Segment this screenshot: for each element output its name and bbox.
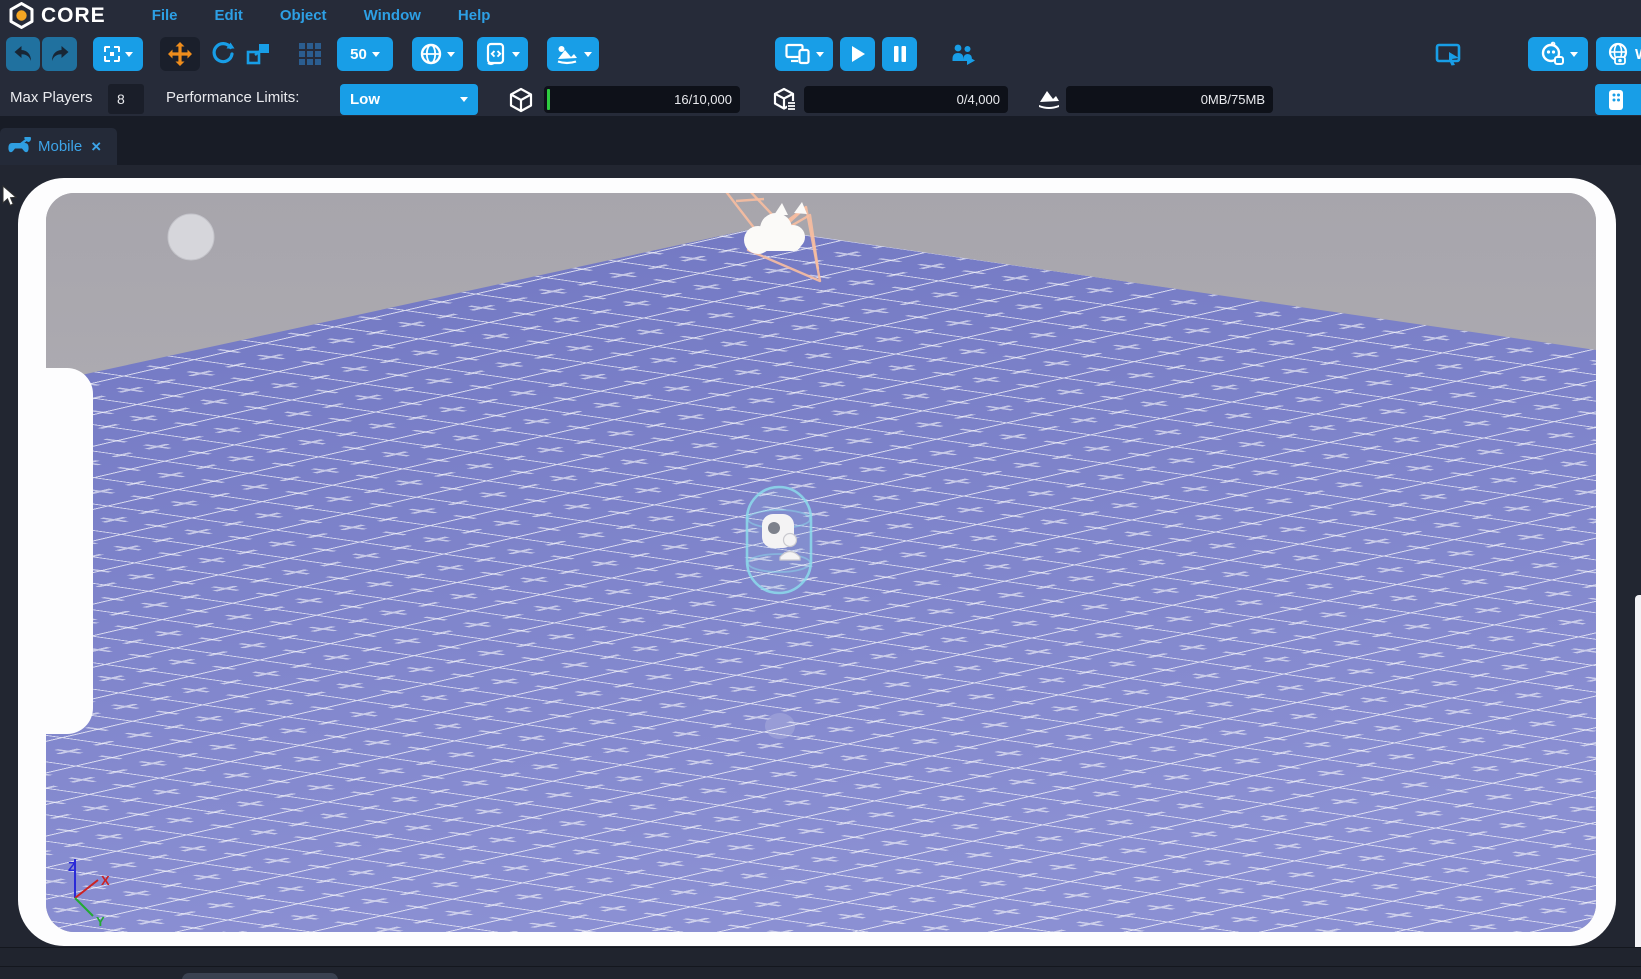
pause-icon	[892, 44, 908, 64]
3d-viewport[interactable]: Z X Y	[0, 165, 1641, 947]
player-spawn-capsule[interactable]	[747, 487, 811, 593]
scale-tool-button[interactable]	[243, 37, 275, 71]
terrain-icon	[555, 43, 579, 65]
publish-button[interactable]: W	[1596, 37, 1641, 71]
tab-close-icon[interactable]: ×	[91, 137, 101, 157]
mobile-screen-scene[interactable]: Z X Y	[46, 193, 1596, 932]
screen-share-icon	[1435, 42, 1463, 66]
ai-assistant-dropdown[interactable]	[1528, 37, 1588, 71]
play-button[interactable]	[840, 37, 875, 71]
menu-object[interactable]: Object	[280, 7, 327, 24]
networked-objects-icon	[772, 87, 798, 113]
scale-tool-icon	[246, 42, 272, 66]
axis-x-label: X	[101, 873, 110, 888]
device-preview-dropdown[interactable]	[775, 37, 833, 71]
max-players-value: 8	[117, 91, 125, 107]
tab-mobile[interactable]: Mobile ×	[0, 128, 117, 165]
grid-snap-button[interactable]	[295, 37, 325, 71]
world-space-dropdown[interactable]	[412, 37, 463, 71]
tab-mobile-label: Mobile	[38, 138, 82, 155]
select-tool-icon	[104, 46, 120, 62]
scene-render[interactable]: Z X Y	[46, 193, 1596, 932]
object-count-meter-fill	[547, 89, 550, 110]
object-count-cube-icon	[508, 87, 534, 113]
chevron-down-icon	[512, 52, 520, 57]
max-players-input[interactable]: 8	[108, 84, 144, 114]
multiplayer-preview-icon	[949, 42, 977, 66]
script-icon	[485, 42, 507, 66]
terrain-memory-icon	[1036, 87, 1062, 111]
chevron-down-icon	[460, 97, 468, 102]
performance-bar: Max Players 8 Performance Limits: Low 16…	[0, 82, 1641, 116]
object-count-meter: 16/10,000	[544, 86, 740, 113]
device-icon	[1605, 88, 1627, 112]
object-count-value: 16/10,000	[674, 92, 732, 107]
core-logo[interactable]: CORE	[8, 2, 106, 29]
right-docked-panel-edge	[1635, 595, 1641, 979]
chevron-down-icon	[816, 52, 824, 57]
terrain-memory-value: 0MB/75MB	[1201, 92, 1265, 107]
scene-gamepad-icon	[7, 137, 31, 157]
main-toolbar: 50	[0, 31, 1641, 77]
mouse-cursor	[2, 185, 18, 209]
logo-text: CORE	[41, 4, 106, 28]
axis-z-label: Z	[68, 859, 76, 874]
ai-bot-icon	[1539, 41, 1565, 67]
publish-button-label: W	[1635, 46, 1641, 63]
networked-objects-meter: 0/4,000	[804, 86, 1008, 113]
max-players-label: Max Players	[10, 89, 93, 106]
performance-limits-value: Low	[350, 91, 380, 108]
terrain-memory-meter: 0MB/75MB	[1066, 86, 1273, 113]
device-notch	[46, 368, 93, 734]
undo-icon	[12, 44, 34, 64]
chevron-down-icon	[584, 52, 592, 57]
play-icon	[849, 44, 867, 64]
camera-punch-hole	[168, 214, 214, 260]
chevron-down-icon	[1570, 52, 1578, 57]
move-tool-icon	[167, 41, 193, 67]
script-dropdown[interactable]	[477, 37, 528, 71]
redo-button[interactable]	[42, 37, 77, 71]
snap-step-dropdown[interactable]: 50	[337, 37, 393, 71]
pause-button[interactable]	[882, 37, 917, 71]
bottom-seam	[0, 966, 1641, 967]
redo-icon	[49, 44, 71, 64]
snap-step-value: 50	[350, 46, 367, 63]
move-tool-button[interactable]	[160, 37, 200, 71]
multiplayer-preview-button[interactable]	[946, 37, 980, 71]
screen-share-button[interactable]	[1432, 37, 1466, 71]
core-hexagon-icon	[8, 2, 35, 29]
bottom-strip	[0, 947, 1641, 979]
menu-bar: CORE File Edit Object Window Help	[0, 0, 1641, 31]
networked-objects-value: 0/4,000	[957, 92, 1000, 107]
undo-button[interactable]	[6, 37, 40, 71]
terrain-dropdown[interactable]	[547, 37, 599, 71]
ghost-shadow	[765, 713, 795, 739]
chevron-down-icon	[125, 52, 133, 57]
viewport-tab-strip: Mobile ×	[0, 116, 1641, 165]
bottom-panel-handle[interactable]	[182, 973, 338, 979]
select-tool-dropdown[interactable]	[93, 37, 143, 71]
chevron-down-icon	[447, 52, 455, 57]
publish-globe-icon	[1606, 42, 1630, 66]
grid-snap-icon	[298, 42, 322, 66]
performance-limits-label: Performance Limits:	[166, 89, 299, 106]
cutoff-side-button[interactable]	[1595, 84, 1641, 115]
rotate-tool-icon	[210, 41, 236, 67]
device-preview-icon	[785, 43, 811, 65]
menu-edit[interactable]: Edit	[215, 7, 243, 24]
core-editor-window: CORE File Edit Object Window Help	[0, 0, 1641, 979]
menu-help[interactable]: Help	[458, 7, 491, 24]
globe-icon	[420, 43, 442, 65]
rotate-tool-button[interactable]	[208, 37, 238, 71]
performance-limits-select[interactable]: Low	[340, 84, 478, 115]
axis-y-label: Y	[96, 914, 105, 929]
mobile-device-frame: Z X Y	[18, 178, 1616, 946]
menu-window[interactable]: Window	[364, 7, 421, 24]
chevron-down-icon	[372, 52, 380, 57]
menu-file[interactable]: File	[152, 7, 178, 24]
